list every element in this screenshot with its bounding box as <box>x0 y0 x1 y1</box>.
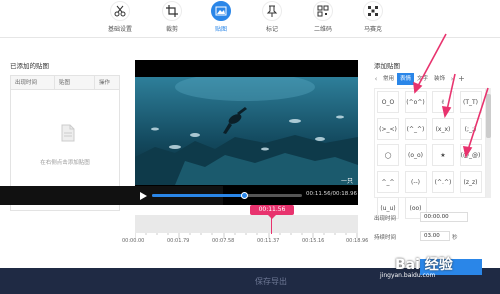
tool-crop[interactable]: 裁剪 <box>152 1 192 37</box>
baidu-watermark: Bai 经验 <box>395 257 453 273</box>
sticker-item[interactable]: (x_x) <box>432 117 454 140</box>
save-export-button[interactable]: 保存导出 <box>255 276 287 287</box>
right-panel-title: 添加贴图 <box>374 62 400 70</box>
sticker-item[interactable]: ^_^ <box>377 170 399 193</box>
chevron-left-icon[interactable]: ‹ <box>372 73 380 85</box>
tool-label: 标记 <box>265 26 278 33</box>
sticker-item[interactable]: (;_;) <box>459 117 482 140</box>
tool-basic-settings[interactable]: 基础设置 <box>100 1 140 37</box>
sticker-tabs: ‹ 常用 表情 文字 装饰 › + <box>372 73 490 85</box>
sticker-item[interactable]: (^.^) <box>432 170 454 193</box>
scissors-icon <box>110 1 130 21</box>
sticker-item[interactable]: ✌ <box>432 91 454 113</box>
timeline-time-marker[interactable]: 00:11.56 <box>250 205 294 219</box>
tick-label: 00:01.79 <box>167 238 190 244</box>
image-icon <box>211 1 231 21</box>
left-panel-title: 已添加的贴图 <box>10 62 49 70</box>
timeline-tick-labels: 00:00.00 00:01.79 00:07.58 00:11.37 00:1… <box>122 238 372 246</box>
timeline-track[interactable] <box>135 215 358 233</box>
sticker-item[interactable]: (o_o) <box>404 144 427 166</box>
video-overlay-text: 一只 <box>341 178 354 185</box>
tool-label: 马赛克 <box>363 26 382 33</box>
sticker-item[interactable]: (^_^) <box>404 117 427 140</box>
seek-handle[interactable] <box>241 192 248 199</box>
tool-mark[interactable]: 标记 <box>252 1 292 37</box>
mosaic-icon <box>363 1 383 21</box>
tick-label: 00:07.58 <box>212 238 235 244</box>
sticker-grid: O_O (^o^) ✌ (T_T) (>_<) (^_^) (x_x) (;_;) ◯ (o_o)… <box>374 88 486 219</box>
sticker-item[interactable]: (@_@) <box>459 144 482 166</box>
sticker-item[interactable]: (>_<) <box>377 117 399 140</box>
chevron-right-icon[interactable]: › <box>448 73 456 85</box>
crop-icon <box>162 1 182 21</box>
video-frame <box>135 77 358 185</box>
qrcode-icon <box>313 1 333 21</box>
sticker-item[interactable]: ◯ <box>377 144 399 166</box>
play-icon[interactable] <box>140 192 147 202</box>
table-header: 出现时间 贴图 操作 <box>11 76 119 90</box>
duration-label: 持续时间 <box>374 235 397 241</box>
tick-label: 00:18.96 <box>346 238 369 244</box>
scrollbar-thumb[interactable] <box>486 94 491 138</box>
tool-label: 二维码 <box>313 26 332 33</box>
appear-time-input[interactable]: 00:00.00 <box>420 212 468 222</box>
app-root: 基础设置 裁剪 贴图 标记 二维码 马赛克 已添加的贴图 出现时间 贴图 操作 … <box>0 0 500 294</box>
duration-input[interactable]: 03.00 <box>420 231 450 241</box>
column-actions: 操作 <box>99 80 111 86</box>
tab-emoji[interactable]: 表情 <box>397 73 415 85</box>
watermark-url: jingyan.baidu.com <box>380 272 436 279</box>
video-timecode: 00:11.56/00:18.96 <box>306 191 358 197</box>
tick-label: 00:00.00 <box>122 238 145 244</box>
tab-common[interactable]: 常用 <box>380 73 397 85</box>
empty-document-icon <box>61 124 75 144</box>
tick-label: 00:15.16 <box>302 238 325 244</box>
sticker-scrollbar[interactable] <box>486 88 491 198</box>
sticker-item[interactable]: (^o^) <box>404 91 427 113</box>
add-icon[interactable]: + <box>458 73 465 85</box>
empty-hint: 在右侧点击添加贴图 <box>40 160 90 166</box>
duration-unit: 秒 <box>452 235 458 241</box>
appear-time-label: 出现时间 <box>374 216 397 222</box>
tool-sticker[interactable]: 贴图 <box>201 1 241 37</box>
tool-label: 贴图 <box>214 26 227 33</box>
tick-label: 00:11.37 <box>257 238 280 244</box>
video-player[interactable]: 一只 <box>135 60 358 205</box>
tool-label: 裁剪 <box>165 26 178 33</box>
tool-qrcode[interactable]: 二维码 <box>303 1 343 37</box>
sticker-item[interactable]: O_O <box>377 91 399 113</box>
sticker-item[interactable]: (T_T) <box>459 91 482 113</box>
column-sticker: 贴图 <box>55 76 95 89</box>
tool-label: 基础设置 <box>107 26 132 33</box>
pin-icon <box>262 1 282 21</box>
sticker-item[interactable]: ★ <box>432 144 454 166</box>
column-appear-time: 出现时间 <box>11 76 55 89</box>
sticker-item[interactable]: (--) <box>404 170 427 193</box>
tool-mosaic[interactable]: 马赛克 <box>353 1 393 37</box>
seek-bar[interactable] <box>152 192 302 199</box>
top-toolbar: 基础设置 裁剪 贴图 标记 二维码 马赛克 <box>0 0 500 38</box>
seek-progress <box>152 194 245 197</box>
sticker-item[interactable]: (z_z) <box>459 170 482 193</box>
tab-text[interactable]: 文字 <box>414 73 431 85</box>
tab-decoration[interactable]: 装饰 <box>431 73 448 85</box>
